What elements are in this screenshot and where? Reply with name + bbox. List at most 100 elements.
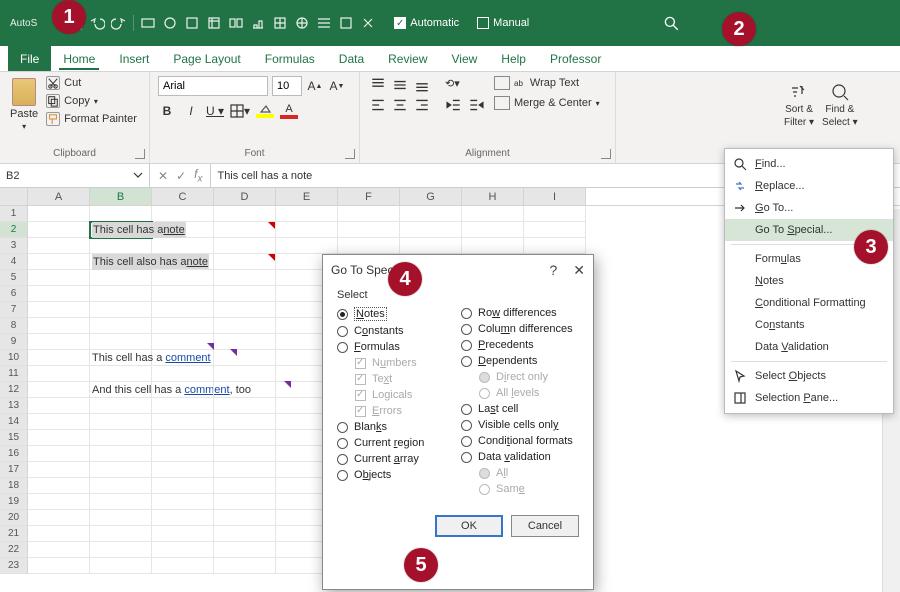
calc-manual-checkbox[interactable]: Manual bbox=[477, 17, 529, 29]
menu-goto[interactable]: Go To... bbox=[725, 197, 893, 219]
cell[interactable] bbox=[214, 478, 276, 494]
cell[interactable] bbox=[28, 206, 90, 222]
cancel-formula-icon[interactable]: ✕ bbox=[158, 169, 168, 183]
tab-view[interactable]: View bbox=[440, 46, 490, 71]
radio-visible-cells[interactable]: Visible cells only bbox=[461, 419, 579, 431]
cell[interactable] bbox=[152, 270, 214, 286]
cell[interactable] bbox=[214, 462, 276, 478]
ok-button[interactable]: OK bbox=[435, 515, 503, 537]
cell[interactable]: This cell has a note bbox=[90, 222, 152, 238]
cell[interactable] bbox=[28, 558, 90, 574]
col-header[interactable]: F bbox=[338, 188, 400, 205]
menu-constants[interactable]: Constants bbox=[725, 314, 893, 336]
radio-notes[interactable]: Notes bbox=[337, 307, 455, 321]
cell[interactable] bbox=[28, 382, 90, 398]
cell[interactable] bbox=[152, 318, 214, 334]
dialog-launcher-icon[interactable] bbox=[135, 149, 145, 159]
bold-button[interactable]: B bbox=[158, 102, 176, 120]
cut-button[interactable]: Cut bbox=[46, 76, 137, 90]
search-icon[interactable] bbox=[662, 14, 680, 32]
col-header[interactable]: C bbox=[152, 188, 214, 205]
cell[interactable] bbox=[400, 222, 462, 238]
cancel-button[interactable]: Cancel bbox=[511, 515, 579, 537]
cell[interactable] bbox=[276, 222, 338, 238]
qat-icon[interactable] bbox=[184, 15, 200, 31]
cell[interactable] bbox=[214, 446, 276, 462]
row-header[interactable]: 3 bbox=[0, 238, 28, 254]
font-name-input[interactable] bbox=[158, 76, 268, 96]
calc-automatic-checkbox[interactable]: ✓ Automatic bbox=[394, 17, 459, 29]
find-select-button[interactable]: Find & Select ▾ bbox=[822, 76, 858, 128]
qat-icon[interactable] bbox=[360, 15, 376, 31]
radio-data-validation[interactable]: Data validation bbox=[461, 451, 579, 463]
cell[interactable] bbox=[214, 350, 276, 366]
cell[interactable]: This cell has a comment bbox=[90, 350, 152, 366]
radio-column-differences[interactable]: Column differences bbox=[461, 323, 579, 335]
cell[interactable] bbox=[28, 350, 90, 366]
cell[interactable] bbox=[90, 398, 152, 414]
cell[interactable] bbox=[214, 222, 276, 238]
cell[interactable] bbox=[214, 270, 276, 286]
radio-dependents[interactable]: Dependents bbox=[461, 355, 579, 367]
cell[interactable] bbox=[90, 510, 152, 526]
menu-conditional-formatting[interactable]: Conditional Formatting bbox=[725, 292, 893, 314]
align-left-button[interactable] bbox=[368, 96, 386, 112]
cell[interactable]: And this cell has a comment, too bbox=[90, 382, 152, 398]
sort-filter-button[interactable]: Sort & Filter ▾ bbox=[784, 76, 814, 128]
cell[interactable] bbox=[152, 382, 214, 398]
qat-icon[interactable] bbox=[294, 15, 310, 31]
row-header[interactable]: 1 bbox=[0, 206, 28, 222]
cell[interactable] bbox=[524, 206, 586, 222]
cell[interactable] bbox=[28, 366, 90, 382]
row-header[interactable]: 11 bbox=[0, 366, 28, 382]
col-header[interactable]: G bbox=[400, 188, 462, 205]
cell[interactable] bbox=[276, 238, 338, 254]
tab-home[interactable]: Home bbox=[51, 46, 107, 71]
row-header[interactable]: 7 bbox=[0, 302, 28, 318]
cell[interactable] bbox=[214, 318, 276, 334]
cell[interactable] bbox=[28, 222, 90, 238]
cell[interactable] bbox=[152, 398, 214, 414]
row-header[interactable]: 21 bbox=[0, 526, 28, 542]
tab-professor[interactable]: Professor bbox=[538, 46, 613, 71]
cell[interactable] bbox=[152, 366, 214, 382]
row-header[interactable]: 5 bbox=[0, 270, 28, 286]
align-top-button[interactable] bbox=[368, 76, 386, 92]
cell[interactable] bbox=[90, 318, 152, 334]
increase-indent-button[interactable] bbox=[466, 96, 484, 112]
undo-icon[interactable] bbox=[89, 15, 105, 31]
cell[interactable] bbox=[28, 414, 90, 430]
italic-button[interactable]: I bbox=[182, 102, 200, 120]
tab-data[interactable]: Data bbox=[327, 46, 376, 71]
orientation-button[interactable]: ⟲▾ bbox=[444, 76, 462, 92]
col-header[interactable]: H bbox=[462, 188, 524, 205]
font-color-button[interactable]: A bbox=[280, 102, 298, 120]
select-all-corner[interactable] bbox=[0, 188, 28, 205]
underline-button[interactable]: U ▾ bbox=[206, 102, 224, 120]
merge-center-button[interactable]: Merge & Center ▾ bbox=[494, 96, 600, 110]
radio-formulas[interactable]: Formulas bbox=[337, 341, 455, 353]
cell[interactable] bbox=[214, 366, 276, 382]
cell[interactable] bbox=[276, 206, 338, 222]
menu-selection-pane[interactable]: Selection Pane... bbox=[725, 387, 893, 409]
close-icon[interactable]: ✕ bbox=[573, 262, 585, 279]
col-header[interactable]: I bbox=[524, 188, 586, 205]
cell[interactable] bbox=[28, 462, 90, 478]
row-header[interactable]: 16 bbox=[0, 446, 28, 462]
align-right-button[interactable] bbox=[412, 96, 430, 112]
row-header[interactable]: 23 bbox=[0, 558, 28, 574]
cell[interactable] bbox=[152, 494, 214, 510]
cell[interactable] bbox=[462, 238, 524, 254]
cell[interactable] bbox=[28, 398, 90, 414]
cell[interactable] bbox=[214, 414, 276, 430]
chevron-down-icon[interactable] bbox=[131, 168, 145, 182]
radio-current-region[interactable]: Current region bbox=[337, 437, 455, 449]
cell[interactable] bbox=[152, 302, 214, 318]
paste-button[interactable]: Paste ▾ bbox=[8, 76, 40, 133]
cell[interactable] bbox=[152, 510, 214, 526]
align-bottom-button[interactable] bbox=[412, 76, 430, 92]
cell[interactable] bbox=[400, 206, 462, 222]
cell[interactable] bbox=[90, 270, 152, 286]
cell[interactable] bbox=[152, 526, 214, 542]
radio-current-array[interactable]: Current array bbox=[337, 453, 455, 465]
